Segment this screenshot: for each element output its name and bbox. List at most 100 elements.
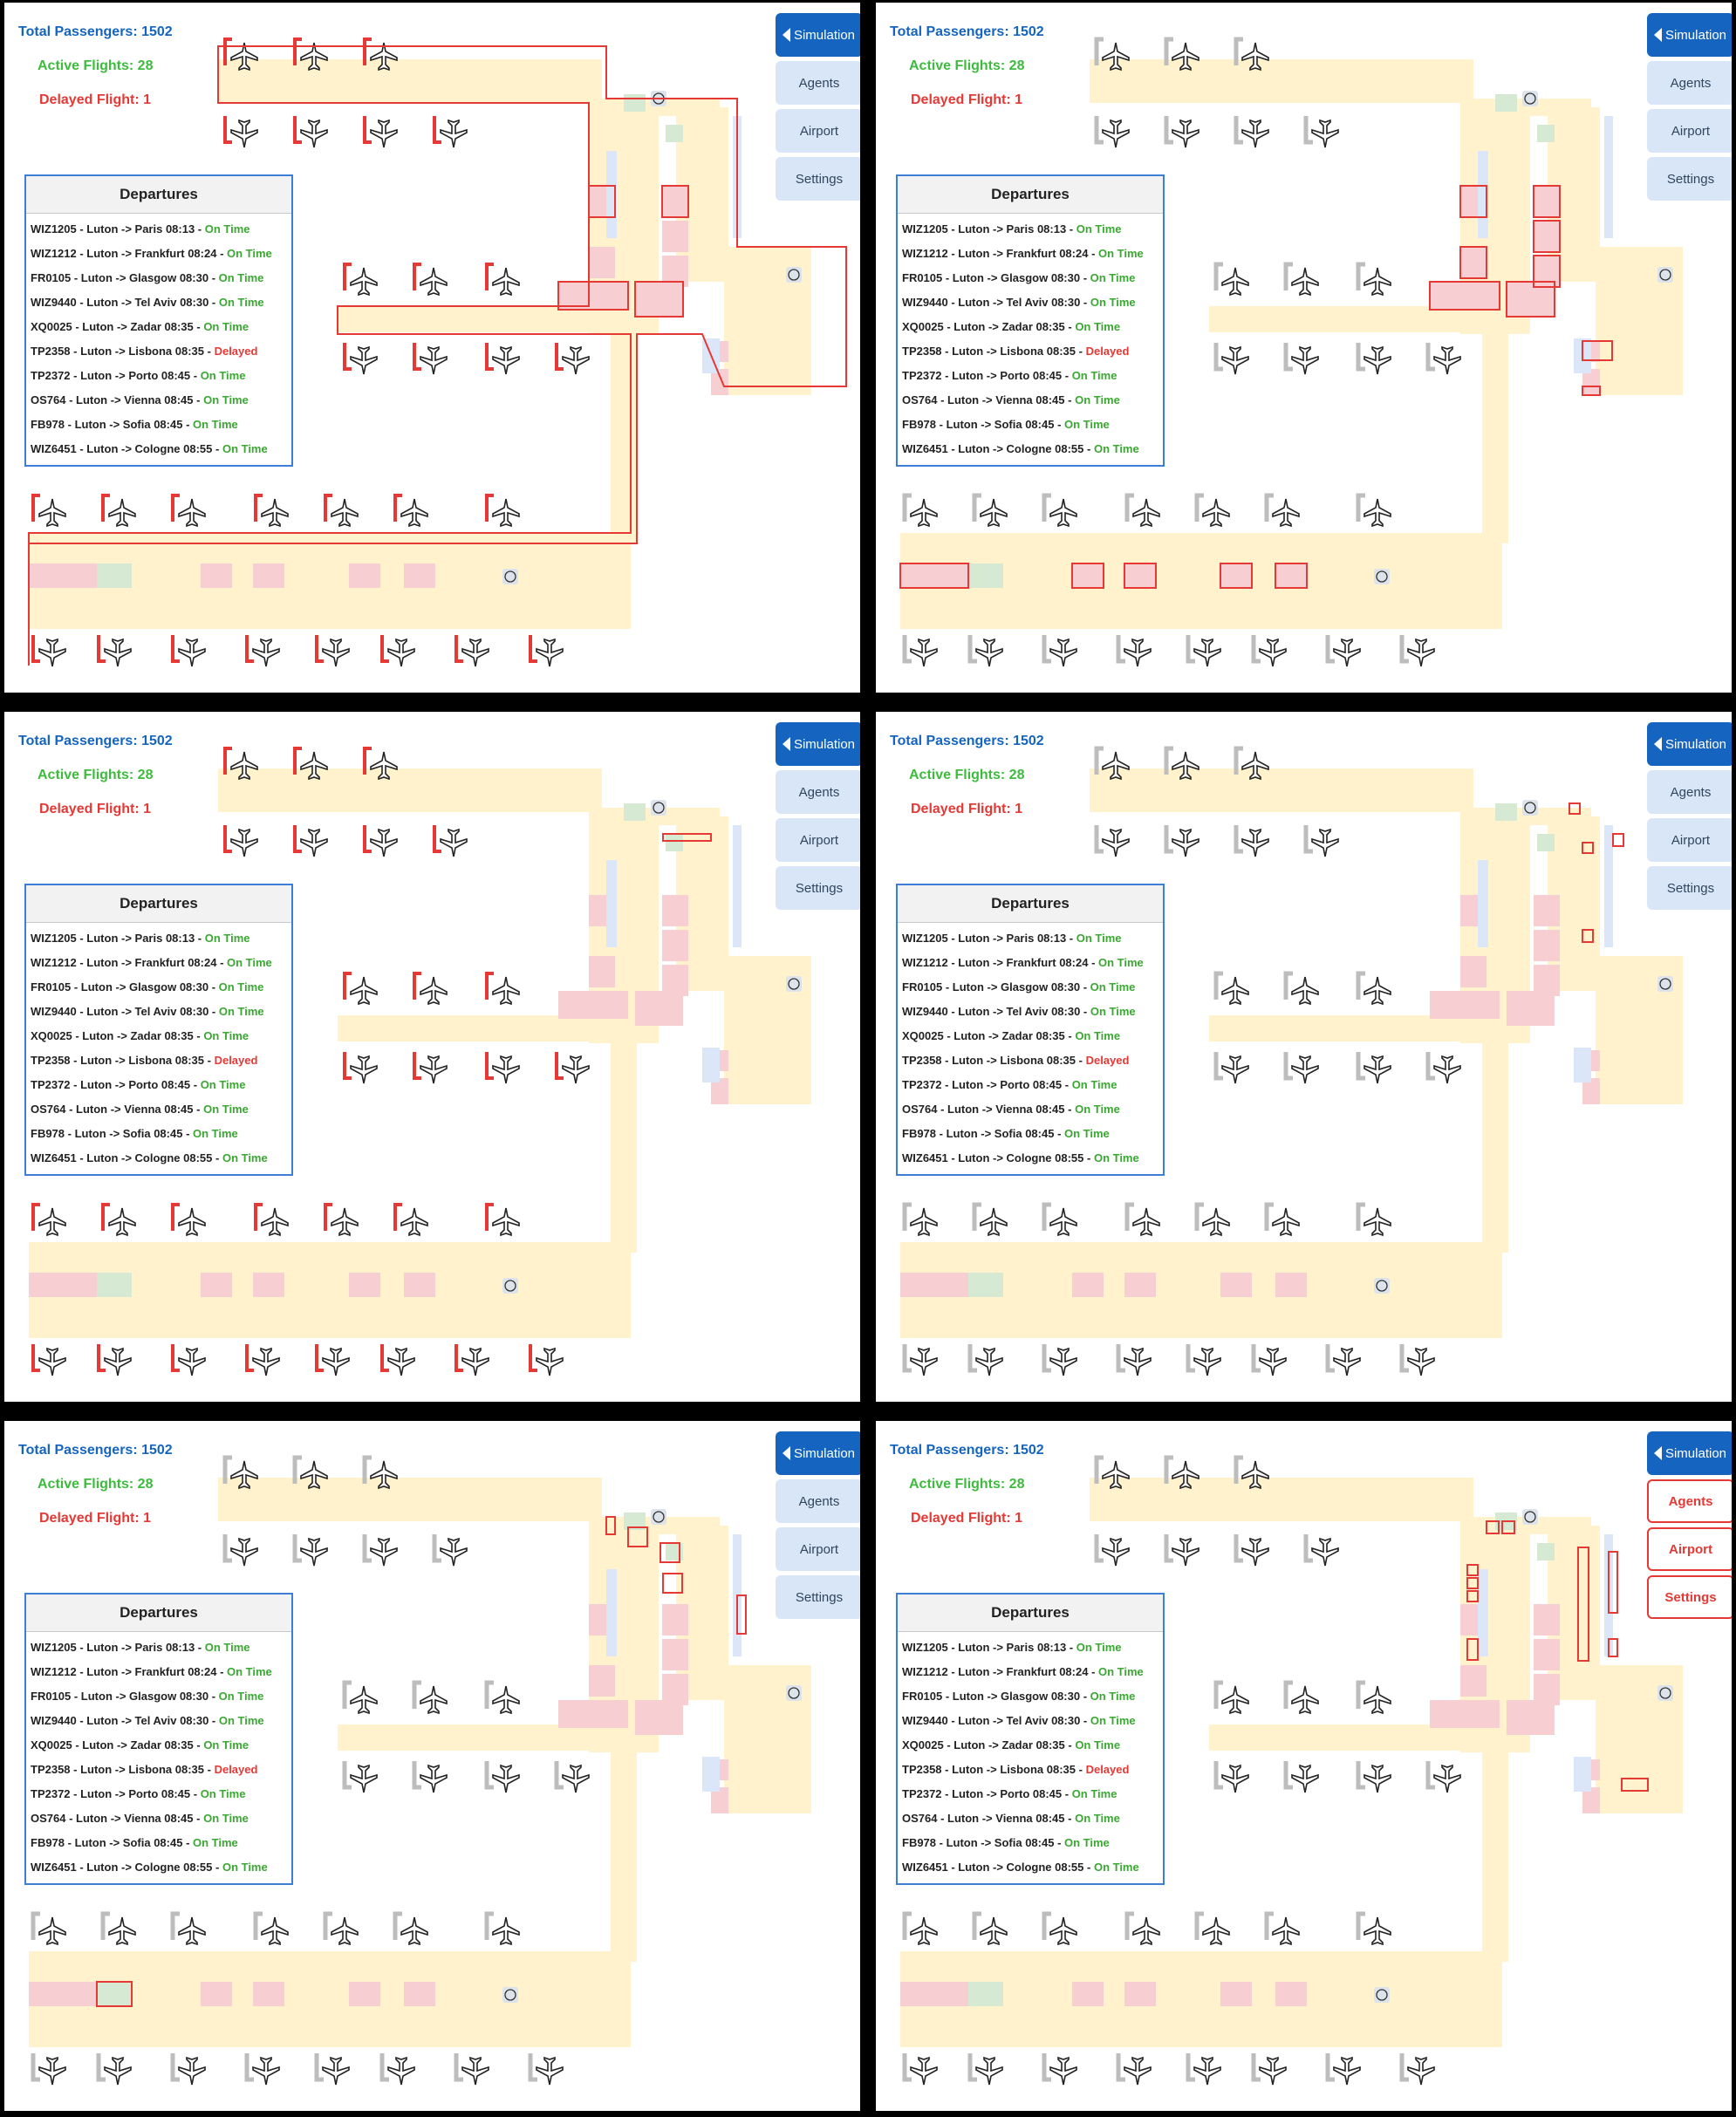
departure-status: On Time bbox=[1093, 1151, 1139, 1164]
departures-title: Departures bbox=[898, 885, 1163, 923]
gate-wall bbox=[484, 1680, 494, 1709]
airplane-icon bbox=[1311, 119, 1339, 148]
airplane-icon bbox=[370, 828, 398, 857]
agents-button[interactable]: Agents bbox=[1647, 61, 1732, 105]
agents-button[interactable]: Agents bbox=[1647, 1479, 1732, 1523]
airplane-icon bbox=[178, 1207, 206, 1237]
departure-status: On Time bbox=[1076, 1641, 1122, 1654]
seat-zone bbox=[702, 1048, 720, 1082]
info-icon bbox=[1374, 569, 1390, 584]
settings-button[interactable]: Settings bbox=[1647, 866, 1732, 910]
airplane-icon bbox=[400, 498, 428, 528]
settings-button[interactable]: Settings bbox=[1647, 157, 1732, 201]
departure-status: On Time bbox=[218, 271, 264, 284]
airport-button[interactable]: Airport bbox=[776, 818, 860, 862]
airplane-icon bbox=[1291, 1055, 1319, 1084]
airplane-icon bbox=[1241, 119, 1269, 148]
green-zone bbox=[666, 834, 683, 851]
gate-wall bbox=[528, 2053, 537, 2082]
gate-wall bbox=[1213, 262, 1223, 290]
simulation-button[interactable]: Simulation bbox=[1647, 1431, 1732, 1475]
departure-text: WIZ6451 - Luton -> Cologne 08:55 - bbox=[31, 442, 222, 455]
chevron-left-icon bbox=[783, 28, 790, 42]
active-flights: Active Flights: 28 bbox=[909, 1477, 1025, 1492]
departure-text: WIZ6451 - Luton -> Cologne 08:55 - bbox=[31, 1151, 222, 1164]
green-zone bbox=[97, 563, 132, 588]
airport-button[interactable]: Airport bbox=[776, 109, 860, 153]
simulation-button[interactable]: Simulation bbox=[1647, 13, 1732, 57]
simulation-button[interactable]: Simulation bbox=[776, 722, 860, 766]
airplane-icon bbox=[252, 1347, 280, 1376]
departure-text: TP2372 - Luton -> Porto 08:45 - bbox=[31, 1787, 201, 1800]
lounge-area bbox=[1090, 1478, 1473, 1521]
lounge-area bbox=[1209, 1015, 1471, 1041]
departure-text: XQ0025 - Luton -> Zadar 08:35 - bbox=[31, 1738, 204, 1752]
gate-wall bbox=[413, 1052, 421, 1080]
agents-button[interactable]: Agents bbox=[776, 1479, 860, 1523]
departure-status: On Time bbox=[203, 1103, 249, 1116]
active-flights: Active Flights: 28 bbox=[909, 768, 1025, 782]
gate-wall bbox=[1264, 1202, 1274, 1231]
airport-button[interactable]: Airport bbox=[776, 1527, 860, 1571]
airplane-icon bbox=[420, 976, 448, 1006]
airplane-icon bbox=[1333, 2056, 1361, 2086]
agents-label: Agents bbox=[798, 75, 840, 91]
simulation-button[interactable]: Simulation bbox=[776, 13, 860, 57]
departure-status: Delayed bbox=[1085, 345, 1130, 358]
airport-button[interactable]: Airport bbox=[1647, 818, 1732, 862]
gate-wall bbox=[1234, 1534, 1243, 1563]
simulation-button[interactable]: Simulation bbox=[1647, 722, 1732, 766]
settings-button[interactable]: Settings bbox=[776, 866, 860, 910]
departure-status: On Time bbox=[204, 1641, 250, 1654]
delayed-flight: Delayed Flight: 1 bbox=[911, 92, 1023, 107]
airplane-icon bbox=[440, 828, 468, 857]
gate-wall bbox=[485, 1052, 494, 1080]
airplane-icon bbox=[387, 2056, 415, 2086]
green-zone bbox=[1537, 834, 1555, 851]
simulation-button[interactable]: Simulation bbox=[776, 1431, 860, 1475]
gate-wall bbox=[393, 1911, 402, 1940]
shop-zone bbox=[1124, 563, 1156, 588]
departure-status: On Time bbox=[1090, 1005, 1136, 1018]
departure-row: WIZ1205 - Luton -> Paris 08:13 - On Time bbox=[26, 926, 291, 951]
departure-row: TP2358 - Luton -> Lisbona 08:35 - Delaye… bbox=[898, 339, 1163, 364]
shop-zone bbox=[558, 991, 628, 1019]
settings-button[interactable]: Settings bbox=[776, 157, 860, 201]
airplane-icon bbox=[440, 119, 468, 148]
agents-button[interactable]: Agents bbox=[1647, 770, 1732, 814]
gate-wall bbox=[170, 2053, 180, 2082]
departure-status: On Time bbox=[218, 980, 264, 994]
departure-status: On Time bbox=[1090, 1714, 1136, 1727]
total-passengers: Total Passengers: 1502 bbox=[890, 734, 1044, 748]
departure-status: On Time bbox=[1075, 320, 1121, 333]
departure-row: WIZ6451 - Luton -> Cologne 08:55 - On Ti… bbox=[898, 1146, 1163, 1171]
departures-title: Departures bbox=[26, 176, 291, 214]
departure-row: XQ0025 - Luton -> Zadar 08:35 - On Time bbox=[898, 1024, 1163, 1048]
shop-zone bbox=[635, 1700, 683, 1735]
info-icon bbox=[786, 267, 802, 283]
departure-text: WIZ6451 - Luton -> Cologne 08:55 - bbox=[31, 1861, 222, 1874]
gate-wall bbox=[253, 1911, 263, 1940]
gate-wall bbox=[902, 635, 912, 664]
shop-zone bbox=[404, 1273, 435, 1297]
airplane-icon bbox=[300, 119, 328, 148]
agents-button[interactable]: Agents bbox=[776, 61, 860, 105]
gate-wall bbox=[529, 635, 537, 663]
airplane-icon bbox=[252, 638, 280, 667]
departures-list: WIZ1205 - Luton -> Paris 08:13 - On Time… bbox=[898, 214, 1163, 461]
delayed-flight: Delayed Flight: 1 bbox=[911, 802, 1023, 816]
gate-wall bbox=[1356, 343, 1365, 372]
gate-wall bbox=[1283, 1052, 1293, 1081]
gate-wall bbox=[1042, 1911, 1051, 1940]
seat-zone bbox=[606, 860, 617, 947]
departure-text: WIZ6451 - Luton -> Cologne 08:55 - bbox=[902, 1861, 1094, 1874]
gate-wall bbox=[1303, 1534, 1313, 1563]
shop-zone bbox=[253, 563, 284, 588]
agents-button[interactable]: Agents bbox=[776, 770, 860, 814]
simulation-panel: Total Passengers: 1502 Active Flights: 2… bbox=[876, 3, 1732, 693]
side-menu: Simulation Agents Airport Settings bbox=[776, 722, 860, 914]
airport-button[interactable]: Airport bbox=[1647, 109, 1732, 153]
settings-button[interactable]: Settings bbox=[1647, 1575, 1732, 1619]
airport-button[interactable]: Airport bbox=[1647, 1527, 1732, 1571]
settings-button[interactable]: Settings bbox=[776, 1575, 860, 1619]
